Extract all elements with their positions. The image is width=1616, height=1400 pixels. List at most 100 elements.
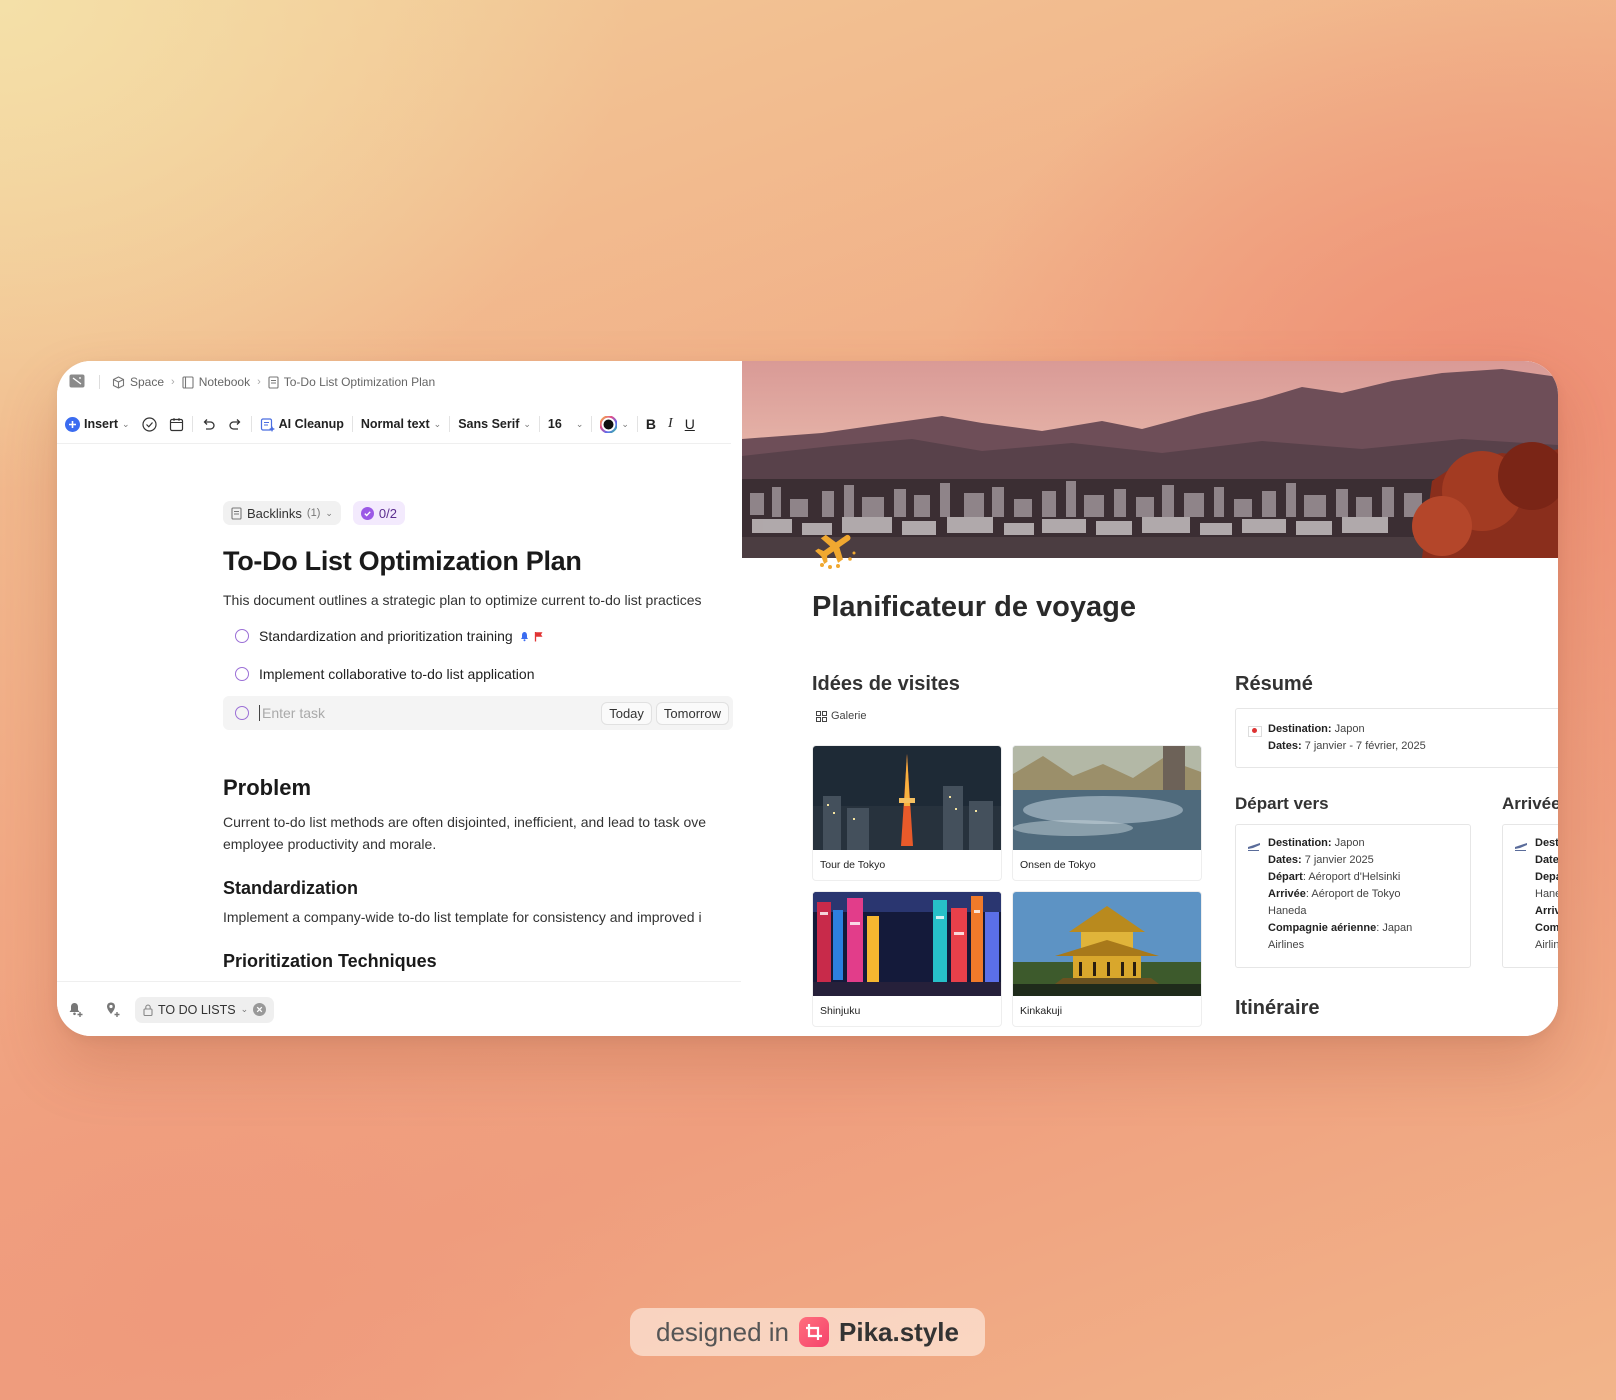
- toolbar-divider: [351, 416, 353, 432]
- gallery-card[interactable]: Onsen de Tokyo: [1012, 745, 1202, 881]
- italic-icon: I: [668, 416, 673, 431]
- toolbar-divider: [591, 416, 593, 432]
- breadcrumb-label: Notebook: [198, 375, 251, 389]
- toolbar-divider: [538, 416, 540, 432]
- resume-dates: Dates: 7 janvier - 7 février, 2025: [1268, 738, 1426, 755]
- cover-image: [742, 361, 1558, 558]
- remove-tag-icon[interactable]: [253, 1003, 267, 1016]
- font-select[interactable]: Sans Serif ⌄: [452, 410, 537, 438]
- grid-icon: [816, 710, 827, 722]
- date-button[interactable]: [163, 410, 190, 438]
- plus-circle-icon: [65, 416, 80, 432]
- backlinks-label: Backlinks: [247, 505, 302, 521]
- depart-card[interactable]: Destination: Japon Dates: 7 janvier 2025…: [1235, 824, 1471, 968]
- notebook-icon: [182, 375, 194, 389]
- task-progress-value: 0/2: [378, 505, 397, 521]
- ai-cleanup-label: AI Cleanup: [278, 417, 344, 431]
- insert-button[interactable]: Insert ⌄: [65, 410, 136, 438]
- editor-pane: Space › Notebook › To-Do List Optimizati…: [57, 361, 741, 1036]
- lock-icon: [143, 1004, 153, 1016]
- add-location-icon[interactable]: [104, 1001, 121, 1018]
- chevron-down-icon: ⌄: [433, 418, 442, 429]
- undo-icon: [203, 418, 215, 430]
- gallery-card[interactable]: Tour de Tokyo: [812, 745, 1002, 881]
- chevron-down-icon: ⌄: [575, 418, 584, 429]
- plane-arrival-icon: [1515, 843, 1527, 851]
- chevron-right-icon: ›: [257, 376, 261, 388]
- page-title: Planificateur de voyage: [812, 591, 1136, 623]
- gallery-view-tab[interactable]: Galerie: [816, 710, 866, 722]
- arrivee-field-fragment: Depa: [1535, 871, 1558, 883]
- task-checkbox[interactable]: [235, 667, 249, 681]
- arrivee-field-fragment: Airlin: [1535, 939, 1558, 951]
- italic-button[interactable]: I: [662, 410, 679, 438]
- undo-button[interactable]: [195, 410, 222, 438]
- gallery-card[interactable]: Kinkakuji: [1012, 891, 1202, 1027]
- check-circle-icon: [141, 416, 157, 432]
- check-circle-icon: [360, 506, 374, 520]
- task-label: Implement collaborative to-do list appli…: [259, 666, 535, 682]
- shinjuku-image: [813, 892, 1001, 996]
- toolbar-divider: [191, 416, 193, 432]
- chevron-right-icon: ›: [171, 376, 175, 388]
- task-checkbox: [235, 706, 249, 720]
- font-size-value: 16: [547, 417, 562, 431]
- text-color-button[interactable]: ⌄: [594, 410, 635, 438]
- backlinks-button[interactable]: Backlinks (1) ⌄: [223, 501, 341, 525]
- japan-flag-icon: [1248, 726, 1262, 737]
- today-button[interactable]: Today: [601, 701, 652, 725]
- arrivee-field-fragment: Hane: [1535, 888, 1558, 900]
- toolbar-divider: [449, 416, 451, 432]
- section-heading-resume: Résumé: [1235, 673, 1313, 695]
- sidebar-toggle-icon[interactable]: [69, 374, 85, 391]
- redo-icon: [228, 418, 241, 430]
- gallery-card[interactable]: Shinjuku: [812, 891, 1002, 1027]
- bold-icon: B: [645, 416, 657, 432]
- toolbar-divider: [636, 416, 638, 432]
- section-heading-arrivee: Arrivée: [1502, 794, 1558, 813]
- ai-cleanup-button[interactable]: AI Cleanup: [254, 410, 350, 438]
- color-wheel-icon: [600, 415, 618, 433]
- field-label: Départ: [1268, 871, 1303, 883]
- arrivee-field-fragment: Com: [1535, 922, 1558, 934]
- field-label: Destination:: [1268, 723, 1332, 735]
- breadcrumb-space[interactable]: Space: [112, 375, 164, 389]
- tomorrow-button[interactable]: Tomorrow: [655, 701, 729, 725]
- problem-paragraph-line: employee productivity and morale.: [223, 836, 437, 852]
- task-label: Standardization and prioritization train…: [259, 628, 513, 644]
- task-progress-badge[interactable]: 0/2: [352, 501, 405, 525]
- document-icon: [231, 506, 242, 520]
- depart-arrival: Arrivée: Aéroport de Tokyo: [1268, 886, 1412, 903]
- chevron-down-icon: ⌄: [325, 507, 333, 518]
- breadcrumb-document[interactable]: To-Do List Optimization Plan: [268, 375, 435, 389]
- breadcrumb-label: Space: [130, 375, 165, 389]
- arrivee-card[interactable]: Desti Date Depa Hane Arriv Com Airlin: [1502, 824, 1558, 968]
- text-style-select[interactable]: Normal text ⌄: [355, 410, 447, 438]
- checklist-button[interactable]: [136, 410, 163, 438]
- app-window: Space › Notebook › To-Do List Optimizati…: [57, 361, 1558, 1036]
- task-checkbox[interactable]: [235, 629, 249, 643]
- depart-departure: Départ: Aéroport d'Helsinki: [1268, 869, 1412, 886]
- bold-button[interactable]: B: [640, 410, 662, 438]
- font-size-select[interactable]: 16 ⌄: [542, 410, 589, 438]
- breadcrumb-notebook[interactable]: Notebook: [182, 375, 250, 389]
- depart-dates: Dates: 7 janvier 2025: [1268, 852, 1412, 869]
- task-item[interactable]: Standardization and prioritization train…: [223, 619, 733, 653]
- field-label: Arrivée: [1268, 888, 1306, 900]
- task-entry-input[interactable]: Enter task: [259, 705, 601, 721]
- chevron-down-icon: ⌄: [621, 418, 629, 429]
- add-reminder-icon[interactable]: [67, 1001, 84, 1018]
- section-heading-itinerary: Itinéraire: [1235, 997, 1320, 1019]
- pika-logo-icon: [799, 1317, 829, 1347]
- redo-button[interactable]: [222, 410, 249, 438]
- resume-card[interactable]: Destination: Japon Dates: 7 janvier - 7 …: [1235, 708, 1558, 768]
- depart-airline-line2: Airlines: [1268, 939, 1305, 951]
- editor-footer: TO DO LISTS ⌄: [57, 981, 741, 1036]
- gallery-card-caption: Shinjuku: [820, 1005, 861, 1017]
- task-item[interactable]: Implement collaborative to-do list appli…: [223, 657, 733, 691]
- cube-icon: [112, 375, 125, 389]
- underline-button[interactable]: U: [679, 410, 701, 438]
- toolbar-divider-line: [57, 443, 731, 444]
- section-heading-prioritization: Prioritization Techniques: [223, 951, 437, 971]
- notebook-tag[interactable]: TO DO LISTS ⌄: [135, 996, 275, 1023]
